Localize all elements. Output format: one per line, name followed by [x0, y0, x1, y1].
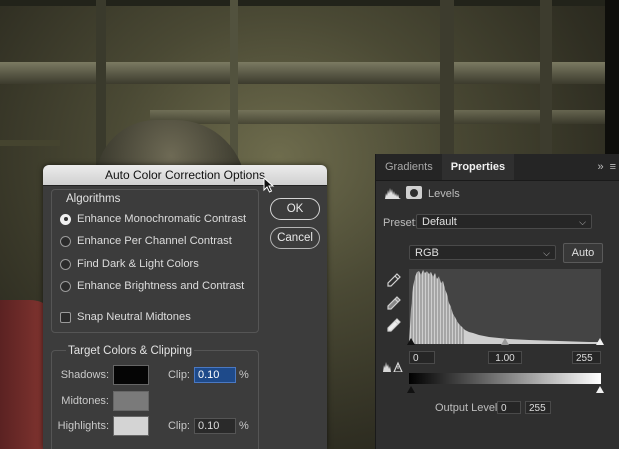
panel-menu: » ≡: [597, 154, 619, 180]
radio-enhance-brightness-contrast[interactable]: Enhance Brightness and Contrast: [60, 278, 244, 294]
checkbox-label: Snap Neutral Midtones: [77, 311, 191, 323]
layer-type-label: Levels: [428, 188, 460, 200]
tab-gradients[interactable]: Gradients: [376, 154, 442, 180]
dialog-title[interactable]: Auto Color Correction Options: [43, 165, 327, 186]
tab-properties[interactable]: Properties: [441, 154, 515, 180]
preset-value: Default: [422, 216, 457, 228]
snap-neutral-midtones-checkbox[interactable]: Snap Neutral Midtones: [60, 309, 191, 325]
ok-button[interactable]: OK: [270, 198, 320, 220]
shadows-clip-input[interactable]: 0.10: [194, 367, 236, 383]
radio-button[interactable]: [60, 280, 71, 292]
radio-button[interactable]: [60, 258, 71, 270]
auto-color-correction-dialog: Auto Color Correction Options Algorithms…: [43, 165, 327, 449]
algorithms-title: Algorithms: [66, 193, 121, 205]
radio-button[interactable]: [60, 235, 71, 247]
shadows-percent: %: [239, 369, 249, 381]
mask-icon[interactable]: [406, 186, 422, 199]
panel-tabs: Gradients Properties » ≡: [376, 154, 619, 181]
properties-panel: Gradients Properties » ≡ Levels Preset: …: [375, 154, 619, 449]
preset-label: Preset:: [383, 217, 418, 229]
radio-enhance-monochromatic-contrast[interactable]: Enhance Monochromatic Contrast: [60, 211, 246, 227]
white-eyedropper-icon[interactable]: [387, 318, 401, 332]
mouse-cursor-icon: [263, 177, 275, 193]
shadows-color-swatch[interactable]: [113, 365, 149, 385]
output-gradient-bar: [409, 373, 601, 384]
channel-select[interactable]: RGB ⌵: [409, 245, 556, 260]
input-white-slider[interactable]: [596, 338, 604, 345]
checkbox[interactable]: [60, 311, 71, 323]
clip-warning-icon[interactable]: [383, 360, 403, 372]
highlights-label: Highlights:: [57, 420, 109, 432]
output-black-slider[interactable]: [407, 386, 415, 393]
output-white-field[interactable]: 255: [525, 401, 551, 414]
gray-eyedropper-icon[interactable]: [387, 296, 401, 310]
chevron-down-icon: ⌵: [543, 248, 550, 258]
radio-label: Enhance Monochromatic Contrast: [77, 213, 247, 225]
chevron-down-icon: ⌵: [579, 217, 586, 227]
histogram-icon: [385, 188, 401, 199]
highlights-color-swatch[interactable]: [113, 416, 149, 436]
channel-value: RGB: [415, 247, 439, 259]
collapse-chevrons-icon[interactable]: »: [597, 161, 603, 173]
radio-label: Enhance Per Channel Contrast: [77, 235, 232, 247]
highlights-clip-input[interactable]: 0.10: [194, 418, 236, 434]
output-levels-label: Output Levels:: [435, 402, 506, 414]
panel-menu-icon[interactable]: ≡: [610, 161, 616, 173]
shadows-label: Shadows:: [60, 369, 109, 381]
highlights-percent: %: [239, 420, 249, 432]
midtones-label: Midtones:: [61, 395, 109, 407]
levels-histogram: [409, 269, 601, 344]
radio-enhance-per-channel-contrast[interactable]: Enhance Per Channel Contrast: [60, 233, 232, 249]
input-gamma-field[interactable]: 1.00: [488, 351, 522, 364]
target-colors-title: Target Colors & Clipping: [66, 345, 195, 357]
radio-find-dark-light-colors[interactable]: Find Dark & Light Colors: [60, 256, 199, 272]
input-gamma-slider[interactable]: [501, 338, 509, 345]
input-black-field[interactable]: 0: [409, 351, 435, 364]
highlights-clip-label: Clip:: [167, 420, 190, 432]
input-black-slider[interactable]: [407, 338, 415, 345]
cancel-button[interactable]: Cancel: [270, 227, 320, 249]
radio-button-selected[interactable]: [60, 213, 71, 225]
output-black-field[interactable]: 0: [497, 401, 521, 414]
radio-label: Find Dark & Light Colors: [77, 258, 199, 270]
preset-select[interactable]: Default ⌵: [416, 214, 592, 229]
black-eyedropper-icon[interactable]: [387, 273, 401, 287]
output-white-slider[interactable]: [596, 386, 604, 393]
auto-button[interactable]: Auto: [563, 243, 603, 263]
shadows-clip-label: Clip:: [167, 369, 190, 381]
input-white-field[interactable]: 255: [572, 351, 601, 364]
radio-label: Enhance Brightness and Contrast: [77, 280, 245, 292]
midtones-color-swatch[interactable]: [113, 391, 149, 411]
